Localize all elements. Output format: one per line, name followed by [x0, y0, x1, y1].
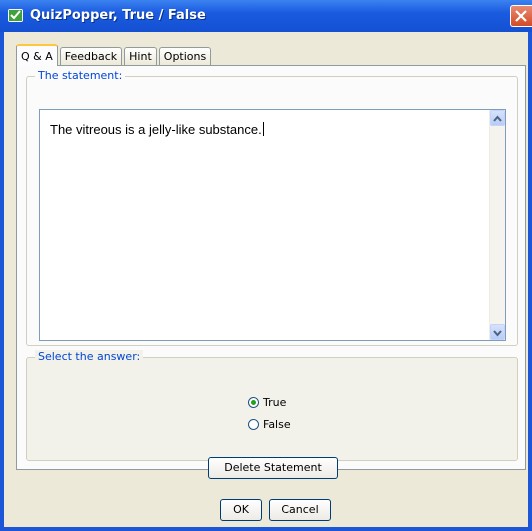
radio-true[interactable]: True	[248, 396, 286, 409]
radio-false-label: False	[263, 418, 291, 431]
text-caret	[262, 122, 264, 136]
answer-group: Select the answer: True False	[26, 350, 518, 461]
close-button[interactable]	[510, 5, 532, 27]
tab-hint[interactable]: Hint	[124, 47, 157, 65]
cancel-button[interactable]: Cancel	[269, 499, 331, 521]
window-title: QuizPopper, True / False	[30, 8, 206, 23]
close-icon	[515, 10, 527, 22]
tab-q-and-a[interactable]: Q & A	[16, 44, 58, 66]
statement-legend: The statement:	[35, 69, 126, 82]
delete-statement-button[interactable]: Delete Statement	[208, 457, 338, 479]
radio-false[interactable]: False	[248, 418, 291, 431]
scroll-up-button[interactable]	[490, 110, 505, 126]
tab-options[interactable]: Options	[158, 47, 212, 65]
statement-textarea[interactable]: The vitreous is a jelly-like substance.	[39, 109, 506, 341]
scroll-down-button[interactable]	[490, 324, 505, 340]
dialog-client-area: Q & A Feedback Hint Options The statemen…	[4, 32, 528, 527]
app-icon	[8, 9, 23, 22]
scroll-down-icon	[493, 330, 502, 337]
dialog-window: QuizPopper, True / False Q & A Feedback …	[0, 0, 532, 531]
statement-scrollbar[interactable]	[489, 110, 505, 340]
title-bar[interactable]: QuizPopper, True / False	[0, 0, 532, 32]
statement-group: The statement: The vitreous is a jelly-l…	[26, 69, 518, 346]
scroll-up-icon	[493, 115, 502, 122]
tab-strip: Q & A Feedback Hint Options	[16, 43, 213, 66]
radio-true-indicator[interactable]	[248, 397, 259, 408]
ok-button[interactable]: OK	[220, 499, 262, 521]
statement-text: The vitreous is a jelly-like substance.	[50, 122, 262, 137]
radio-false-indicator[interactable]	[248, 419, 259, 430]
answer-legend: Select the answer:	[35, 350, 144, 363]
radio-true-label: True	[263, 396, 287, 409]
tab-feedback[interactable]: Feedback	[59, 47, 123, 65]
tab-panel-q-and-a: The statement: The vitreous is a jelly-l…	[16, 65, 526, 470]
